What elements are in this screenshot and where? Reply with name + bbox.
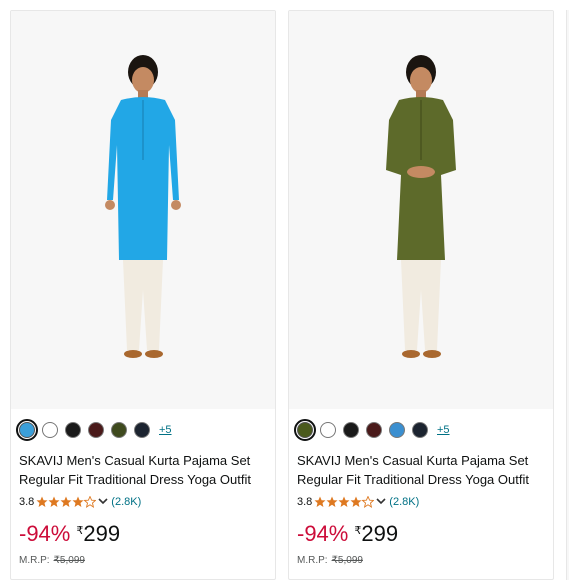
model-illustration xyxy=(105,55,181,358)
currency-symbol: ₹ xyxy=(354,525,362,537)
product-title[interactable]: SKAVIJ Men's Casual Kurta Pajama Set Reg… xyxy=(19,451,269,489)
price-amount: 299 xyxy=(83,521,121,546)
rating-row: 3.8 (2.8K) xyxy=(19,494,141,510)
currency-symbol: ₹ xyxy=(76,525,84,537)
color-swatch[interactable] xyxy=(343,422,359,438)
color-swatch[interactable] xyxy=(111,422,127,438)
star-rating-icon[interactable] xyxy=(314,496,375,508)
chevron-down-icon[interactable] xyxy=(98,496,108,508)
rating-value: 3.8 xyxy=(297,496,313,508)
product-grid: +5 SKAVIJ Men's Casual Kurta Pajama Set … xyxy=(0,0,569,580)
more-colors-link[interactable]: +5 xyxy=(437,424,450,436)
discount-percent: -94% xyxy=(297,521,349,546)
mrp-value: ₹5,099 xyxy=(331,555,363,566)
product-card[interactable]: +5 SKAVIJ Men's Casual Kurta Pajama Set … xyxy=(10,10,276,580)
rating-value: 3.8 xyxy=(19,496,35,508)
discount-percent: -94% xyxy=(19,521,71,546)
star-rating-icon[interactable] xyxy=(36,496,97,508)
product-image[interactable] xyxy=(289,11,553,409)
rating-count-link[interactable]: (2.8K) xyxy=(111,496,141,508)
color-swatch[interactable] xyxy=(294,419,316,441)
model-illustration xyxy=(386,55,456,358)
color-swatch[interactable] xyxy=(412,422,428,438)
product-image[interactable] xyxy=(11,11,275,409)
product-card[interactable]: +5 SKAVIJ Men's Casual Kurta Pajama Set … xyxy=(288,10,554,580)
price-row: -94% ₹ 299 xyxy=(297,521,398,547)
product-title[interactable]: SKAVIJ Men's Casual Kurta Pajama Set Reg… xyxy=(297,451,547,489)
color-swatch[interactable] xyxy=(16,419,38,441)
rating-row: 3.8 (2.8K) xyxy=(297,494,419,510)
mrp-row: M.R.P: ₹5,099 xyxy=(19,555,85,566)
color-swatch[interactable] xyxy=(389,422,405,438)
mrp-value: ₹5,099 xyxy=(53,555,85,566)
color-swatch[interactable] xyxy=(320,422,336,438)
more-colors-link[interactable]: +5 xyxy=(159,424,172,436)
mrp-row: M.R.P: ₹5,099 xyxy=(297,555,363,566)
color-swatches: +5 xyxy=(16,419,172,441)
color-swatch[interactable] xyxy=(366,422,382,438)
chevron-down-icon[interactable] xyxy=(376,496,386,508)
color-swatch[interactable] xyxy=(42,422,58,438)
color-swatch[interactable] xyxy=(65,422,81,438)
color-swatch[interactable] xyxy=(134,422,150,438)
price-row: -94% ₹ 299 xyxy=(19,521,120,547)
mrp-label: M.R.P: xyxy=(297,555,328,566)
color-swatches: +5 xyxy=(294,419,450,441)
mrp-label: M.R.P: xyxy=(19,555,50,566)
color-swatch[interactable] xyxy=(88,422,104,438)
price-amount: 299 xyxy=(361,521,399,546)
rating-count-link[interactable]: (2.8K) xyxy=(389,496,419,508)
